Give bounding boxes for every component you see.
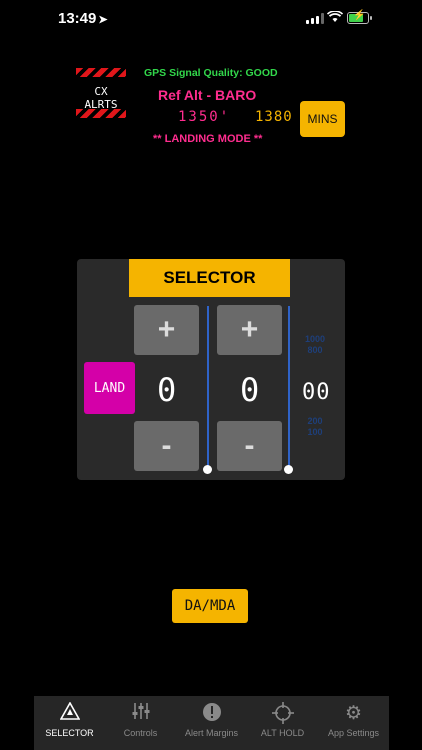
- app-logo: CX ALRTS: [76, 68, 126, 118]
- mins-button[interactable]: MINS: [300, 101, 345, 137]
- wifi-icon: [326, 10, 344, 26]
- hundreds-digit: 0: [240, 371, 260, 409]
- tab-label: Controls: [123, 728, 158, 738]
- tab-label: SELECTOR: [45, 728, 94, 738]
- slider-track-2[interactable]: [288, 306, 290, 469]
- tab-selector[interactable]: SELECTOR: [34, 696, 105, 750]
- slider-handle-1[interactable]: [203, 465, 212, 474]
- tab-label: App Settings: [327, 728, 380, 738]
- tab-alert-margins[interactable]: Alert Margins: [176, 696, 247, 750]
- gps-signal-quality: GPS Signal Quality: GOOD: [144, 67, 278, 79]
- crosshair-icon: [247, 702, 318, 730]
- units-digits: 00: [302, 380, 331, 405]
- decrement-thousands-button[interactable]: -: [134, 421, 199, 471]
- tab-label: Alert Margins: [184, 728, 238, 738]
- increment-hundreds-button[interactable]: +: [217, 305, 282, 355]
- tab-controls[interactable]: Controls: [105, 696, 176, 750]
- selector-title: SELECTOR: [129, 259, 290, 297]
- cellular-signal-icon: [306, 13, 324, 24]
- da-mda-button[interactable]: DA/MDA: [172, 589, 248, 623]
- logo-text: CX ALRTS: [84, 85, 118, 111]
- tab-app-settings[interactable]: ⚙ App Settings: [318, 696, 389, 750]
- gear-icon: ⚙: [344, 703, 363, 724]
- tab-bar: SELECTOR Controls Alert Margins ALT HOLD…: [34, 696, 389, 750]
- location-arrow-icon: ➤: [98, 14, 108, 26]
- battery-tip: [370, 16, 372, 20]
- decrement-hundreds-button[interactable]: -: [217, 421, 282, 471]
- slider-track-1[interactable]: [207, 306, 209, 469]
- alert-circle-icon: [176, 702, 247, 728]
- status-time: 13:49 ➤: [58, 10, 108, 27]
- time-text: 13:49: [58, 10, 97, 27]
- sliders-icon: [105, 702, 176, 726]
- slider-handle-2[interactable]: [284, 465, 293, 474]
- ref-alt-label: Ref Alt - BARO: [158, 87, 257, 103]
- tab-label: ALT HOLD: [260, 728, 305, 738]
- tab-alt-hold[interactable]: ALT HOLD: [247, 696, 318, 750]
- battery-icon: ⚡: [347, 10, 369, 24]
- minimums-altitude: 1380: [255, 109, 293, 125]
- ghost-scale-top: 1000 800: [304, 334, 326, 355]
- land-button[interactable]: LAND: [84, 362, 135, 414]
- landing-mode-label: ** LANDING MODE **: [153, 133, 263, 145]
- reference-altitude: 1350': [178, 109, 231, 125]
- ghost-scale-bottom: 200 100: [307, 416, 323, 437]
- increment-thousands-button[interactable]: +: [134, 305, 199, 355]
- warning-triangle-icon: [34, 701, 105, 726]
- thousands-digit: 0: [157, 371, 177, 409]
